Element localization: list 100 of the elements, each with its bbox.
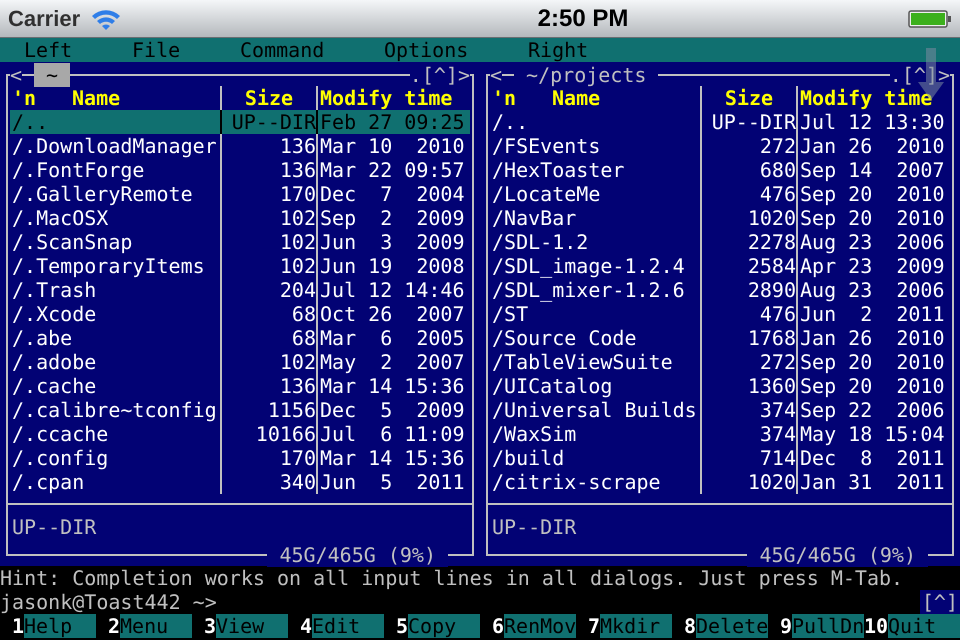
table-cell: 102 bbox=[220, 206, 316, 230]
table-cell-text: /.abe bbox=[12, 326, 74, 350]
file-row[interactable]: /.adobe 102 May 2 2007 bbox=[10, 350, 470, 374]
table-cell-text: /.cache bbox=[12, 374, 98, 398]
function-key[interactable]: Menu bbox=[120, 614, 192, 638]
file-row[interactable]: /.. UP--DIR Feb 27 09:25 bbox=[10, 110, 470, 134]
table-cell-text: /.TemporaryItems bbox=[12, 254, 206, 278]
status-text: UP--DIR bbox=[491, 515, 578, 539]
table-cell: 102 bbox=[220, 350, 316, 374]
table-cell-text: /Source Code bbox=[492, 326, 638, 350]
file-row[interactable]: /FSEvents 272 Jan 26 2010 bbox=[490, 134, 950, 158]
file-row[interactable]: /TableViewSuite 272 Sep 20 2010 bbox=[490, 350, 950, 374]
file-row[interactable]: /.Xcode 68 Oct 26 2007 bbox=[10, 302, 470, 326]
table-cell: Sep 20 2010 bbox=[796, 350, 946, 374]
file-row[interactable]: /NavBar 1020 Sep 20 2010 bbox=[490, 206, 950, 230]
column-header: Size bbox=[700, 86, 796, 110]
panel-title[interactable]: ~ bbox=[34, 63, 70, 87]
file-row[interactable]: /.ScanSnap 102 Jun 3 2009 bbox=[10, 230, 470, 254]
file-row[interactable]: /.ccache 10166 Jul 6 11:09 bbox=[10, 422, 470, 446]
table-cell: Mar 22 09:57 bbox=[316, 158, 466, 182]
column-header: Name bbox=[552, 86, 600, 110]
table-cell-text: /SDL-1.2 bbox=[492, 230, 590, 254]
file-row[interactable]: /.TemporaryItems 102 Jun 19 2008 bbox=[10, 254, 470, 278]
table-cell: Dec 5 2009 bbox=[316, 398, 466, 422]
function-key[interactable]: Quit bbox=[888, 614, 960, 638]
table-cell: 374 bbox=[700, 422, 796, 446]
key-number: 10 bbox=[864, 614, 888, 638]
table-cell-text: /.ScanSnap bbox=[12, 230, 134, 254]
file-row[interactable]: /.calibre~tconfig 1156 Dec 5 2009 bbox=[10, 398, 470, 422]
table-cell: Mar 14 15:36 bbox=[316, 374, 466, 398]
table-cell-text: /UICatalog bbox=[492, 374, 614, 398]
file-row[interactable]: /.abe 68 Mar 6 2005 bbox=[10, 326, 470, 350]
battery-icon bbox=[908, 8, 952, 28]
table-cell: Feb 27 09:25 bbox=[316, 110, 466, 134]
key-number: 9 bbox=[778, 614, 792, 638]
menu-item[interactable]: Options bbox=[384, 38, 528, 62]
file-row[interactable]: /.DownloadManager 136 Mar 10 2010 bbox=[10, 134, 470, 158]
file-row[interactable]: /citrix-scrape 1020 Jan 31 2011 bbox=[490, 470, 950, 494]
file-row[interactable]: /.FontForge 136 Mar 22 09:57 bbox=[10, 158, 470, 182]
table-cell-text: /.. bbox=[492, 110, 530, 134]
file-row[interactable]: /ST 476 Jun 2 2011 bbox=[490, 302, 950, 326]
function-key[interactable]: Help bbox=[24, 614, 96, 638]
table-cell: 136 bbox=[220, 374, 316, 398]
file-row[interactable]: /SDL_mixer-1.2.6 2890 Aug 23 2006 bbox=[490, 278, 950, 302]
table-cell: May 2 2007 bbox=[316, 350, 466, 374]
file-row[interactable]: /UICatalog 1360 Sep 20 2010 bbox=[490, 374, 950, 398]
file-row[interactable]: /LocateMe 476 Sep 20 2010 bbox=[490, 182, 950, 206]
menu-item[interactable]: Command bbox=[240, 38, 384, 62]
command-prompt[interactable]: jasonk@Toast442 ~> bbox=[0, 590, 920, 614]
history-button[interactable]: [^] bbox=[920, 590, 960, 614]
column-header: Modify time bbox=[796, 86, 948, 110]
function-key[interactable]: PullDn bbox=[792, 614, 864, 638]
file-row[interactable]: /.cache 136 Mar 14 15:36 bbox=[10, 374, 470, 398]
hint-text: Hint: Completion works on all input lines in all dialogs. Just press M-Tab. bbox=[0, 566, 904, 590]
file-row[interactable]: /Universal Builds 374 Sep 22 2006 bbox=[490, 398, 950, 422]
table-cell: 136 bbox=[220, 158, 316, 182]
file-row[interactable]: /WaxSim 374 May 18 15:04 bbox=[490, 422, 950, 446]
table-cell-text: /HexToaster bbox=[492, 158, 626, 182]
table-cell-text: /citrix-scrape bbox=[492, 470, 662, 494]
file-row[interactable]: /.GalleryRemote 170 Dec 7 2004 bbox=[10, 182, 470, 206]
table-cell: 68 bbox=[220, 326, 316, 350]
function-key[interactable]: Copy bbox=[408, 614, 480, 638]
table-cell: Mar 14 15:36 bbox=[316, 446, 466, 470]
status-text: UP--DIR bbox=[11, 515, 98, 539]
table-cell: 68 bbox=[220, 302, 316, 326]
function-key[interactable]: Mkdir bbox=[600, 614, 672, 638]
table-cell: 204 bbox=[220, 278, 316, 302]
table-cell: Jan 26 2010 bbox=[796, 134, 946, 158]
function-key[interactable]: Edit bbox=[312, 614, 384, 638]
table-cell: Jan 26 2010 bbox=[796, 326, 946, 350]
table-cell-text: /SDL_image-1.2.4 bbox=[492, 254, 686, 278]
file-row[interactable]: /HexToaster 680 Sep 14 2007 bbox=[490, 158, 950, 182]
file-row[interactable]: /.config 170 Mar 14 15:36 bbox=[10, 446, 470, 470]
function-key[interactable]: View bbox=[216, 614, 288, 638]
file-row[interactable]: /.MacOSX 102 Sep 2 2009 bbox=[10, 206, 470, 230]
file-row[interactable]: /Source Code 1768 Jan 26 2010 bbox=[490, 326, 950, 350]
table-cell: 1020 bbox=[700, 206, 796, 230]
table-cell-text: /.MacOSX bbox=[12, 206, 110, 230]
table-cell-text: /ST bbox=[492, 302, 530, 326]
file-row[interactable]: /.Trash 204 Jul 12 14:46 bbox=[10, 278, 470, 302]
function-key[interactable]: RenMov bbox=[504, 614, 576, 638]
table-cell: 1360 bbox=[700, 374, 796, 398]
table-cell: 2584 bbox=[700, 254, 796, 278]
file-row[interactable]: /SDL_image-1.2.4 2584 Apr 23 2009 bbox=[490, 254, 950, 278]
menu-item[interactable]: Left bbox=[24, 38, 132, 62]
function-key[interactable]: Delete bbox=[696, 614, 768, 638]
file-row[interactable]: /.cpan 340 Jun 5 2011 bbox=[10, 470, 470, 494]
table-cell: 714 bbox=[700, 446, 796, 470]
table-cell-text: /.config bbox=[12, 446, 110, 470]
key-number: 8 bbox=[682, 614, 696, 638]
file-row[interactable]: /SDL-1.2 2278 Aug 23 2006 bbox=[490, 230, 950, 254]
table-cell: 1020 bbox=[700, 470, 796, 494]
table-cell: 2278 bbox=[700, 230, 796, 254]
table-cell: 170 bbox=[220, 446, 316, 470]
menu-item[interactable]: Right bbox=[528, 38, 648, 62]
file-row[interactable]: /.. UP--DIR Jul 12 13:30 bbox=[490, 110, 950, 134]
table-cell: Aug 23 2006 bbox=[796, 230, 946, 254]
menu-item[interactable]: File bbox=[132, 38, 240, 62]
file-row[interactable]: /build 714 Dec 8 2011 bbox=[490, 446, 950, 470]
table-cell-text: /.DownloadManager bbox=[12, 134, 218, 158]
